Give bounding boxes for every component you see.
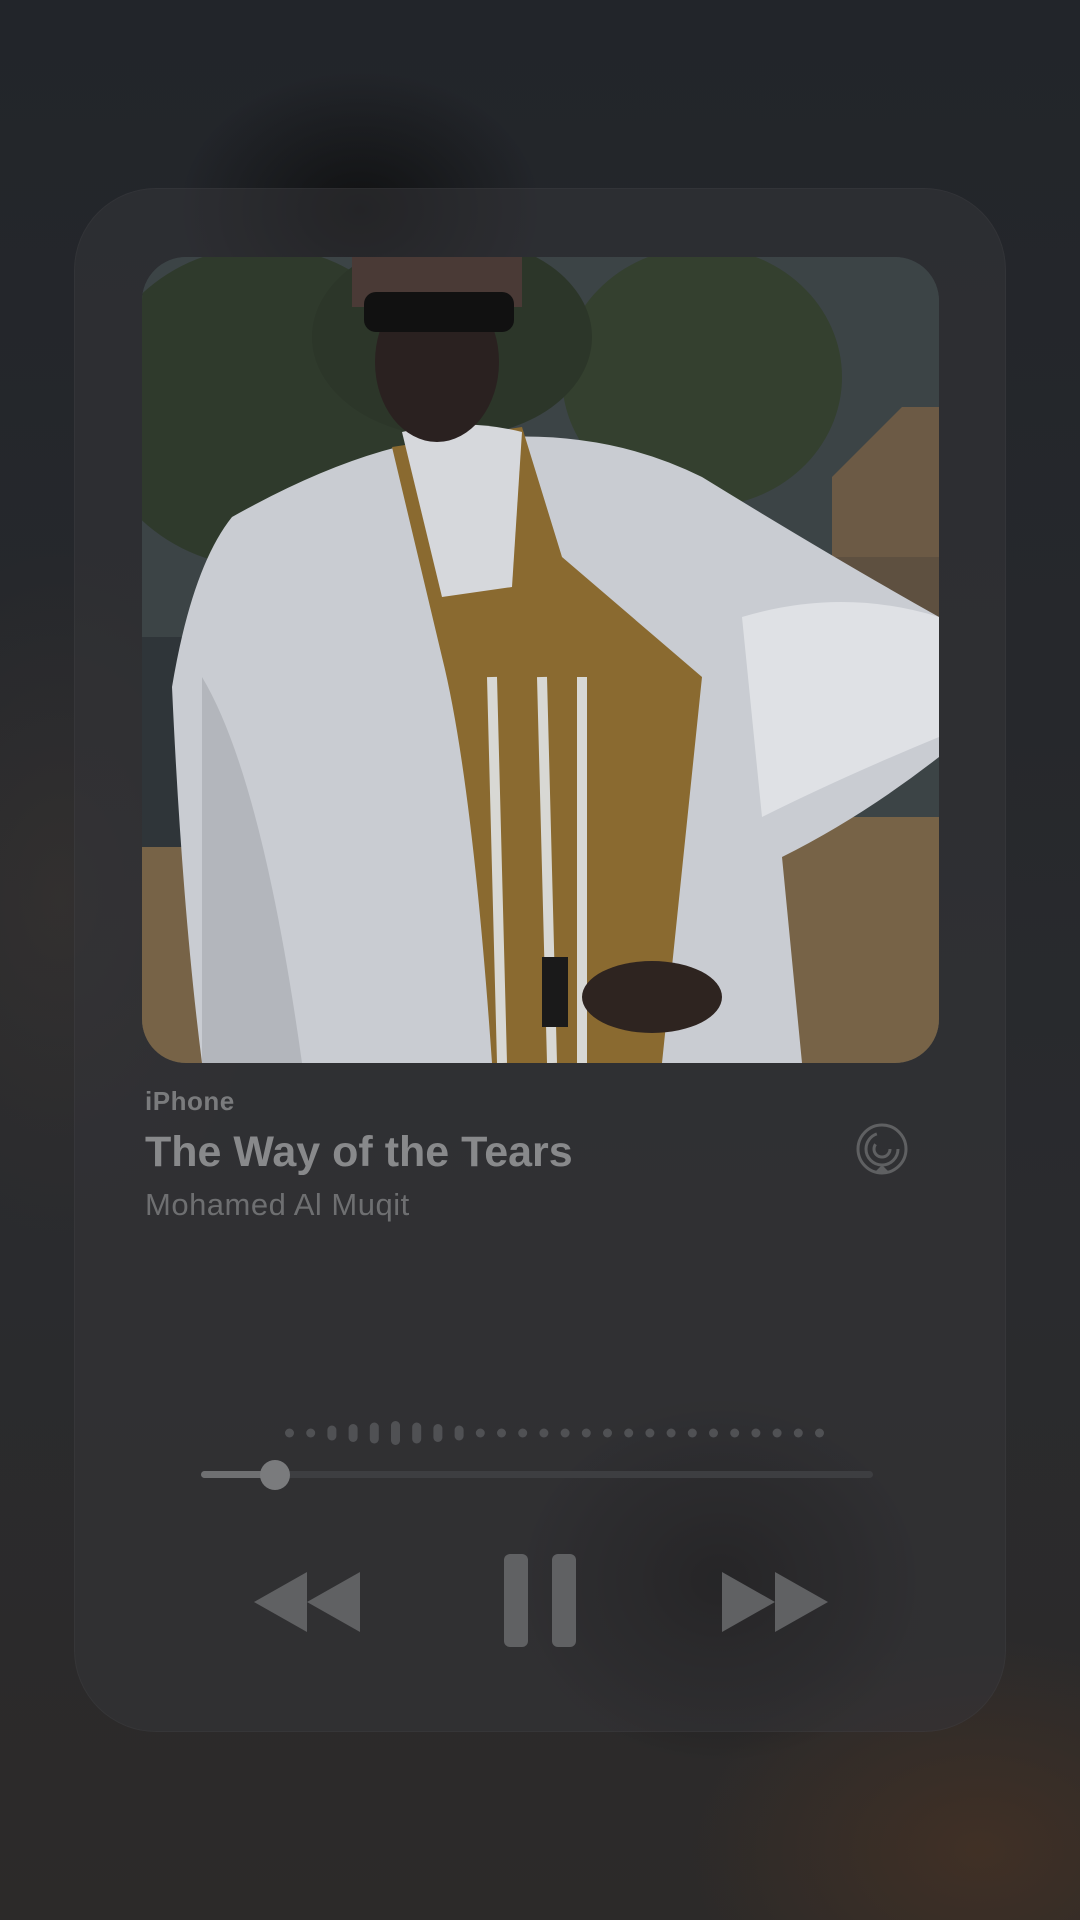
waveform-bar (454, 1425, 464, 1441)
waveform-bar (433, 1424, 443, 1442)
waveform-bar (412, 1422, 422, 1444)
waveform-bar (730, 1428, 740, 1438)
waveform-bar (369, 1422, 379, 1444)
waveform-bar (391, 1421, 400, 1445)
waveform-bar (666, 1428, 676, 1438)
waveform-bar (285, 1428, 294, 1438)
waveform-bar (772, 1428, 782, 1438)
fast-forward-icon (722, 1572, 828, 1632)
track-artist: Mohamed Al Muqit (145, 1187, 410, 1222)
waveform-bar (709, 1428, 718, 1438)
playback-scrubber[interactable] (201, 1460, 873, 1490)
waveform-bar (539, 1428, 549, 1438)
output-device-label: iPhone (145, 1086, 235, 1116)
rewind-icon (254, 1572, 360, 1632)
waveform-bar (497, 1428, 506, 1438)
waveform-bar (306, 1428, 316, 1438)
waveform-bar (327, 1425, 337, 1441)
pause-icon (504, 1554, 576, 1647)
waveform-bar (815, 1428, 824, 1438)
track-title: The Way of the Tears (145, 1128, 573, 1176)
waveform-bar (751, 1428, 761, 1438)
waveform-bar (518, 1428, 528, 1438)
waveform-bar (475, 1428, 485, 1438)
fast-forward-button[interactable] (720, 1570, 830, 1634)
waveform-bar (348, 1424, 358, 1442)
audio-waveform (285, 1421, 824, 1445)
waveform-bar (645, 1428, 655, 1438)
waveform-bar (603, 1428, 612, 1438)
rewind-button[interactable] (252, 1570, 362, 1634)
waveform-bar (581, 1428, 591, 1438)
waveform-bar (687, 1428, 697, 1438)
waveform-bar (793, 1428, 803, 1438)
album-artwork (142, 257, 939, 1063)
waveform-bar (560, 1428, 570, 1438)
scrubber-knob[interactable] (260, 1460, 290, 1490)
airplay-icon[interactable] (852, 1121, 912, 1181)
scrubber-track (201, 1471, 873, 1478)
waveform-bar (624, 1428, 634, 1438)
pause-button[interactable] (501, 1552, 579, 1649)
